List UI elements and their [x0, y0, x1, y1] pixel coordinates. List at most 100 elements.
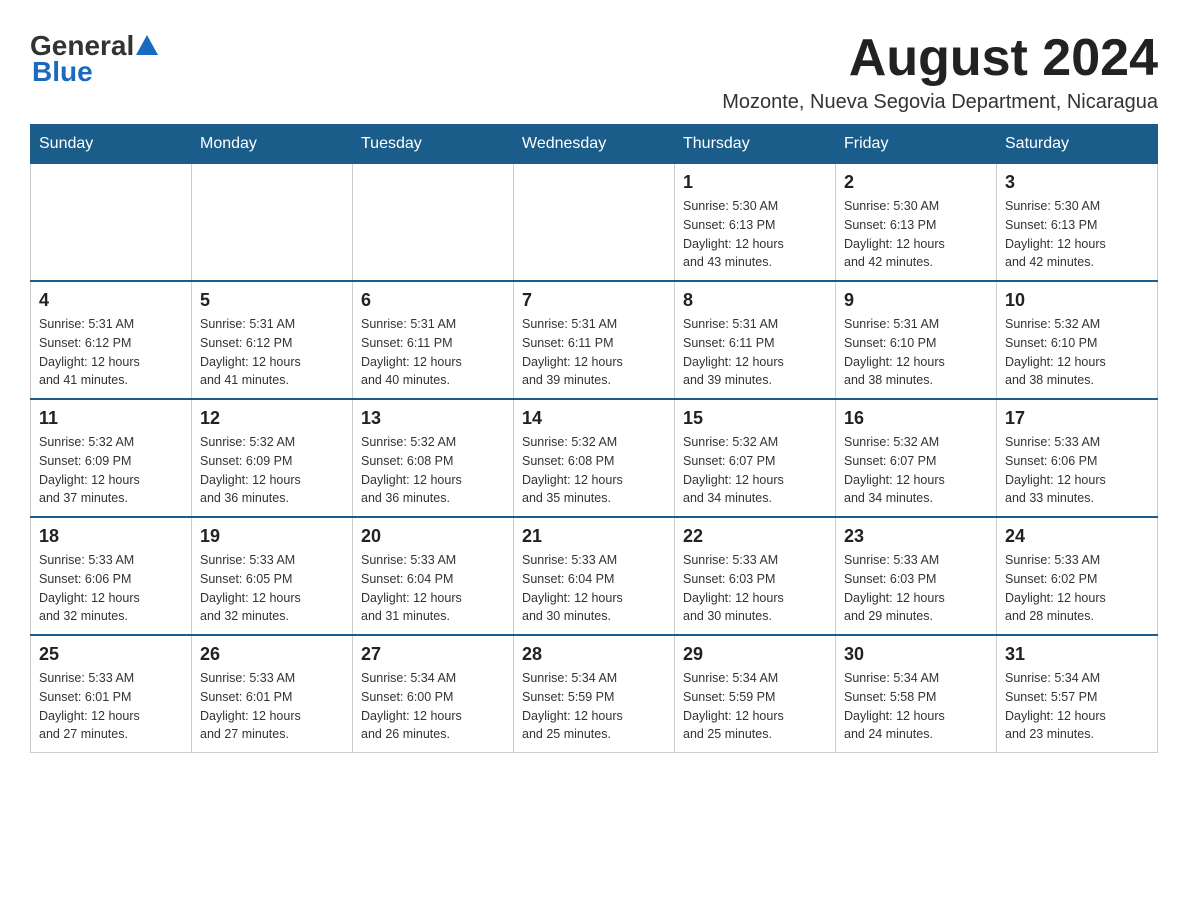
- day-info: Sunrise: 5:31 AM Sunset: 6:11 PM Dayligh…: [522, 315, 666, 390]
- calendar-header-saturday: Saturday: [997, 125, 1158, 164]
- day-number: 18: [39, 526, 183, 547]
- day-info: Sunrise: 5:33 AM Sunset: 6:04 PM Dayligh…: [361, 551, 505, 626]
- day-info: Sunrise: 5:32 AM Sunset: 6:09 PM Dayligh…: [200, 433, 344, 508]
- day-number: 11: [39, 408, 183, 429]
- day-number: 8: [683, 290, 827, 311]
- day-number: 5: [200, 290, 344, 311]
- day-number: 9: [844, 290, 988, 311]
- calendar-cell: 18 Sunrise: 5:33 AM Sunset: 6:06 PM Dayli…: [31, 517, 192, 635]
- day-number: 31: [1005, 644, 1149, 665]
- day-number: 14: [522, 408, 666, 429]
- day-info: Sunrise: 5:31 AM Sunset: 6:11 PM Dayligh…: [361, 315, 505, 390]
- day-info: Sunrise: 5:34 AM Sunset: 5:59 PM Dayligh…: [683, 669, 827, 744]
- day-info: Sunrise: 5:32 AM Sunset: 6:08 PM Dayligh…: [522, 433, 666, 508]
- day-info: Sunrise: 5:34 AM Sunset: 5:57 PM Dayligh…: [1005, 669, 1149, 744]
- day-info: Sunrise: 5:33 AM Sunset: 6:04 PM Dayligh…: [522, 551, 666, 626]
- day-info: Sunrise: 5:32 AM Sunset: 6:08 PM Dayligh…: [361, 433, 505, 508]
- calendar-cell: 28Sunrise: 5:34 AM Sunset: 5:59 PM Dayli…: [514, 635, 675, 753]
- calendar-cell: 16Sunrise: 5:32 AM Sunset: 6:07 PM Dayli…: [836, 399, 997, 517]
- day-info: Sunrise: 5:32 AM Sunset: 6:10 PM Dayligh…: [1005, 315, 1149, 390]
- calendar-cell: 23Sunrise: 5:33 AM Sunset: 6:03 PM Dayli…: [836, 517, 997, 635]
- day-info: Sunrise: 5:33 AM Sunset: 6:03 PM Dayligh…: [683, 551, 827, 626]
- day-info: Sunrise: 5:33 AM Sunset: 6:01 PM Dayligh…: [39, 669, 183, 744]
- calendar-cell: 14 Sunrise: 5:32 AM Sunset: 6:08 PM Dayli…: [514, 399, 675, 517]
- calendar-week-row: 1 Sunrise: 5:30 AM Sunset: 6:13 PM Daylig…: [31, 164, 1158, 282]
- calendar-cell: 5 Sunrise: 5:31 AM Sunset: 6:12 PM Daylig…: [192, 281, 353, 399]
- day-number: 6: [361, 290, 505, 311]
- calendar-cell: 1 Sunrise: 5:30 AM Sunset: 6:13 PM Daylig…: [675, 164, 836, 282]
- calendar-cell: 15 Sunrise: 5:32 AM Sunset: 6:07 PM Dayli…: [675, 399, 836, 517]
- logo: General Blue: [30, 30, 158, 88]
- calendar-header-sunday: Sunday: [31, 125, 192, 164]
- calendar-cell: [514, 164, 675, 282]
- day-number: 28: [522, 644, 666, 665]
- calendar-header-monday: Monday: [192, 125, 353, 164]
- day-number: 30: [844, 644, 988, 665]
- calendar-week-row: 11 Sunrise: 5:32 AM Sunset: 6:09 PM Dayli…: [31, 399, 1158, 517]
- calendar-cell: 11 Sunrise: 5:32 AM Sunset: 6:09 PM Dayli…: [31, 399, 192, 517]
- calendar-header-thursday: Thursday: [675, 125, 836, 164]
- day-info: Sunrise: 5:33 AM Sunset: 6:01 PM Dayligh…: [200, 669, 344, 744]
- day-info: Sunrise: 5:34 AM Sunset: 5:58 PM Dayligh…: [844, 669, 988, 744]
- calendar-week-row: 18 Sunrise: 5:33 AM Sunset: 6:06 PM Dayli…: [31, 517, 1158, 635]
- day-number: 1: [683, 172, 827, 193]
- day-number: 10: [1005, 290, 1149, 311]
- calendar-cell: 9Sunrise: 5:31 AM Sunset: 6:10 PM Daylig…: [836, 281, 997, 399]
- calendar-cell: 21 Sunrise: 5:33 AM Sunset: 6:04 PM Dayli…: [514, 517, 675, 635]
- calendar-cell: 10 Sunrise: 5:32 AM Sunset: 6:10 PM Dayli…: [997, 281, 1158, 399]
- month-title: August 2024: [722, 30, 1158, 87]
- calendar-cell: 24 Sunrise: 5:33 AM Sunset: 6:02 PM Dayli…: [997, 517, 1158, 635]
- day-number: 2: [844, 172, 988, 193]
- location-title: Mozonte, Nueva Segovia Department, Nicar…: [722, 91, 1158, 114]
- calendar-cell: [31, 164, 192, 282]
- calendar-cell: 2 Sunrise: 5:30 AM Sunset: 6:13 PM Daylig…: [836, 164, 997, 282]
- day-number: 23: [844, 526, 988, 547]
- day-info: Sunrise: 5:32 AM Sunset: 6:09 PM Dayligh…: [39, 433, 183, 508]
- calendar-cell: 29 Sunrise: 5:34 AM Sunset: 5:59 PM Dayli…: [675, 635, 836, 753]
- day-info: Sunrise: 5:33 AM Sunset: 6:02 PM Dayligh…: [1005, 551, 1149, 626]
- calendar-cell: 7 Sunrise: 5:31 AM Sunset: 6:11 PM Daylig…: [514, 281, 675, 399]
- calendar-cell: [353, 164, 514, 282]
- day-number: 7: [522, 290, 666, 311]
- calendar-cell: 8Sunrise: 5:31 AM Sunset: 6:11 PM Daylig…: [675, 281, 836, 399]
- calendar-header-tuesday: Tuesday: [353, 125, 514, 164]
- day-number: 4: [39, 290, 183, 311]
- calendar-cell: 22Sunrise: 5:33 AM Sunset: 6:03 PM Dayli…: [675, 517, 836, 635]
- header: General Blue August 2024 Mozonte, Nueva …: [30, 30, 1158, 114]
- day-number: 15: [683, 408, 827, 429]
- day-info: Sunrise: 5:30 AM Sunset: 6:13 PM Dayligh…: [844, 197, 988, 272]
- calendar-week-row: 25 Sunrise: 5:33 AM Sunset: 6:01 PM Dayli…: [31, 635, 1158, 753]
- calendar-cell: 17Sunrise: 5:33 AM Sunset: 6:06 PM Dayli…: [997, 399, 1158, 517]
- calendar-cell: 26Sunrise: 5:33 AM Sunset: 6:01 PM Dayli…: [192, 635, 353, 753]
- day-number: 20: [361, 526, 505, 547]
- day-info: Sunrise: 5:31 AM Sunset: 6:12 PM Dayligh…: [200, 315, 344, 390]
- day-info: Sunrise: 5:31 AM Sunset: 6:12 PM Dayligh…: [39, 315, 183, 390]
- calendar-cell: 25 Sunrise: 5:33 AM Sunset: 6:01 PM Dayli…: [31, 635, 192, 753]
- calendar-header-friday: Friday: [836, 125, 997, 164]
- day-number: 19: [200, 526, 344, 547]
- day-info: Sunrise: 5:34 AM Sunset: 6:00 PM Dayligh…: [361, 669, 505, 744]
- day-info: Sunrise: 5:30 AM Sunset: 6:13 PM Dayligh…: [1005, 197, 1149, 272]
- calendar-table: SundayMondayTuesdayWednesdayThursdayFrid…: [30, 124, 1158, 753]
- title-area: August 2024 Mozonte, Nueva Segovia Depar…: [722, 30, 1158, 114]
- day-number: 24: [1005, 526, 1149, 547]
- day-number: 13: [361, 408, 505, 429]
- day-number: 21: [522, 526, 666, 547]
- day-number: 27: [361, 644, 505, 665]
- calendar-cell: 4 Sunrise: 5:31 AM Sunset: 6:12 PM Daylig…: [31, 281, 192, 399]
- day-info: Sunrise: 5:32 AM Sunset: 6:07 PM Dayligh…: [683, 433, 827, 508]
- calendar-cell: 31 Sunrise: 5:34 AM Sunset: 5:57 PM Dayli…: [997, 635, 1158, 753]
- day-number: 25: [39, 644, 183, 665]
- calendar-cell: 19 Sunrise: 5:33 AM Sunset: 6:05 PM Dayli…: [192, 517, 353, 635]
- day-info: Sunrise: 5:30 AM Sunset: 6:13 PM Dayligh…: [683, 197, 827, 272]
- day-info: Sunrise: 5:33 AM Sunset: 6:05 PM Dayligh…: [200, 551, 344, 626]
- day-info: Sunrise: 5:33 AM Sunset: 6:06 PM Dayligh…: [39, 551, 183, 626]
- calendar-cell: 20 Sunrise: 5:33 AM Sunset: 6:04 PM Dayli…: [353, 517, 514, 635]
- day-number: 3: [1005, 172, 1149, 193]
- calendar-cell: 3 Sunrise: 5:30 AM Sunset: 6:13 PM Daylig…: [997, 164, 1158, 282]
- logo-blue-text: Blue: [32, 56, 93, 88]
- day-number: 16: [844, 408, 988, 429]
- logo-triangle-icon: [136, 35, 158, 55]
- day-info: Sunrise: 5:33 AM Sunset: 6:06 PM Dayligh…: [1005, 433, 1149, 508]
- day-number: 29: [683, 644, 827, 665]
